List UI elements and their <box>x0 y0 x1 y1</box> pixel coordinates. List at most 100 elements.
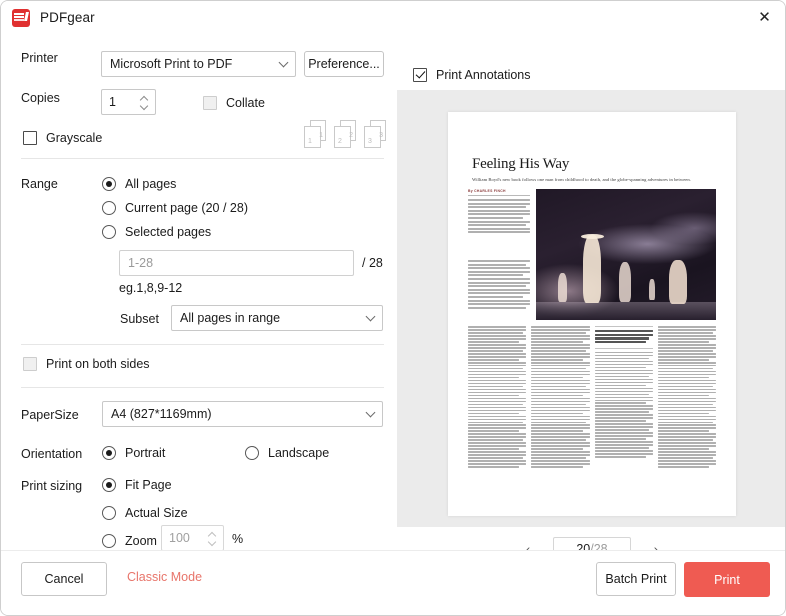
classic-mode-link[interactable]: Classic Mode <box>127 570 202 584</box>
text-line <box>594 417 653 420</box>
text-line <box>531 370 590 373</box>
chevron-up-icon[interactable] <box>141 97 148 101</box>
chevron-down-icon[interactable] <box>209 540 216 544</box>
zoom-stepper-arrows[interactable] <box>207 526 218 550</box>
text-line <box>531 326 590 328</box>
document-column <box>531 326 590 469</box>
zoom-stepper[interactable] <box>161 525 224 551</box>
text-line <box>468 457 523 459</box>
text-line <box>468 296 523 299</box>
text-line <box>594 375 650 378</box>
text-line <box>657 409 716 412</box>
text-line <box>594 414 653 417</box>
text-line <box>594 456 646 458</box>
text-line <box>468 391 527 394</box>
text-line <box>531 328 590 331</box>
range-radio-selected-pages[interactable]: Selected pages <box>102 225 211 239</box>
illustration-ground <box>536 301 716 320</box>
text-line <box>468 430 520 433</box>
text-line <box>468 299 530 302</box>
text-line <box>657 439 713 442</box>
text-line <box>468 460 527 462</box>
text-line <box>468 328 527 331</box>
text-line <box>468 382 527 385</box>
text-line <box>657 361 716 364</box>
chevron-up-icon[interactable] <box>209 533 216 537</box>
text-line <box>594 381 653 384</box>
printer-select[interactable]: Microsoft Print to PDF <box>101 51 296 77</box>
print-annotations-checkbox[interactable]: Print Annotations <box>413 68 531 82</box>
batch-print-button[interactable]: Batch Print <box>596 562 676 596</box>
text-line <box>468 433 527 436</box>
copies-stepper[interactable] <box>101 89 156 115</box>
document-columns <box>468 326 716 469</box>
text-line <box>594 369 653 372</box>
sizing-radio-zoom[interactable]: Zoom <box>102 534 157 548</box>
print-both-sides-checkbox[interactable]: Print on both sides <box>23 357 150 371</box>
collate-checkbox[interactable]: Collate <box>203 96 265 110</box>
sizing-radio-fit-page[interactable]: Fit Page <box>102 478 172 492</box>
copies-label: Copies <box>21 91 60 105</box>
radio-box <box>245 446 259 460</box>
subset-select[interactable]: All pages in range <box>171 305 383 331</box>
range-selected-pages-label: Selected pages <box>125 225 212 239</box>
text-line <box>468 376 520 379</box>
print-button[interactable]: Print <box>684 562 770 597</box>
text-line <box>531 388 590 391</box>
page-range-input[interactable] <box>119 250 354 276</box>
text-line <box>594 426 653 429</box>
preference-button[interactable]: Preference... <box>304 51 384 77</box>
text-line <box>531 373 590 376</box>
text-line <box>531 379 590 382</box>
text-line <box>657 421 713 424</box>
text-line <box>468 227 530 230</box>
text-line <box>468 445 527 448</box>
text-line <box>657 412 709 415</box>
paper-size-select[interactable]: A4 (827*1169mm) <box>102 401 383 427</box>
text-line <box>531 436 590 439</box>
print-dialog: PDFgear ✕ Printer Microsoft Print to PDF… <box>0 0 786 616</box>
print-sizing-label: Print sizing <box>21 479 83 493</box>
text-line <box>531 442 590 445</box>
close-icon[interactable]: ✕ <box>742 1 785 33</box>
text-line <box>468 436 527 439</box>
text-line <box>468 209 530 212</box>
collate-label: Collate <box>226 96 265 110</box>
range-radio-all-pages[interactable]: All pages <box>102 177 176 191</box>
cancel-button[interactable]: Cancel <box>21 562 107 596</box>
text-line <box>468 379 527 382</box>
grayscale-checkbox[interactable]: Grayscale <box>23 131 102 145</box>
sizing-radio-actual-size[interactable]: Actual Size <box>102 506 188 520</box>
text-line <box>468 403 523 406</box>
text-line <box>468 202 530 205</box>
text-line <box>468 231 530 234</box>
text-line <box>468 394 520 397</box>
text-line <box>468 415 527 418</box>
document-page-preview[interactable]: Feeling His Way William Boyd's new book … <box>448 112 736 516</box>
text-line <box>594 387 653 390</box>
text-line <box>468 199 530 201</box>
text-line <box>531 385 586 388</box>
text-line <box>468 373 527 376</box>
text-line <box>657 349 713 352</box>
text-line <box>468 239 530 241</box>
text-line <box>594 360 653 363</box>
chevron-down-icon[interactable] <box>141 104 148 108</box>
text-line <box>468 364 527 367</box>
pdfgear-logo-icon <box>12 8 30 27</box>
text-line <box>594 378 653 381</box>
orientation-radio-portrait[interactable]: Portrait <box>102 446 165 460</box>
text-line <box>657 337 716 340</box>
text-line <box>468 442 527 445</box>
range-radio-current-page[interactable]: Current page (20 / 28) <box>102 201 248 215</box>
sheet-number: 2 <box>338 138 342 145</box>
orientation-radio-landscape[interactable]: Landscape <box>245 446 329 460</box>
text-line <box>468 367 523 370</box>
duplex-checkbox-box <box>23 357 37 371</box>
text-line <box>531 403 586 406</box>
text-line <box>468 253 530 255</box>
copies-stepper-arrows[interactable] <box>139 90 150 114</box>
text-line <box>657 418 716 421</box>
text-line <box>468 242 530 244</box>
text-line <box>594 357 650 360</box>
